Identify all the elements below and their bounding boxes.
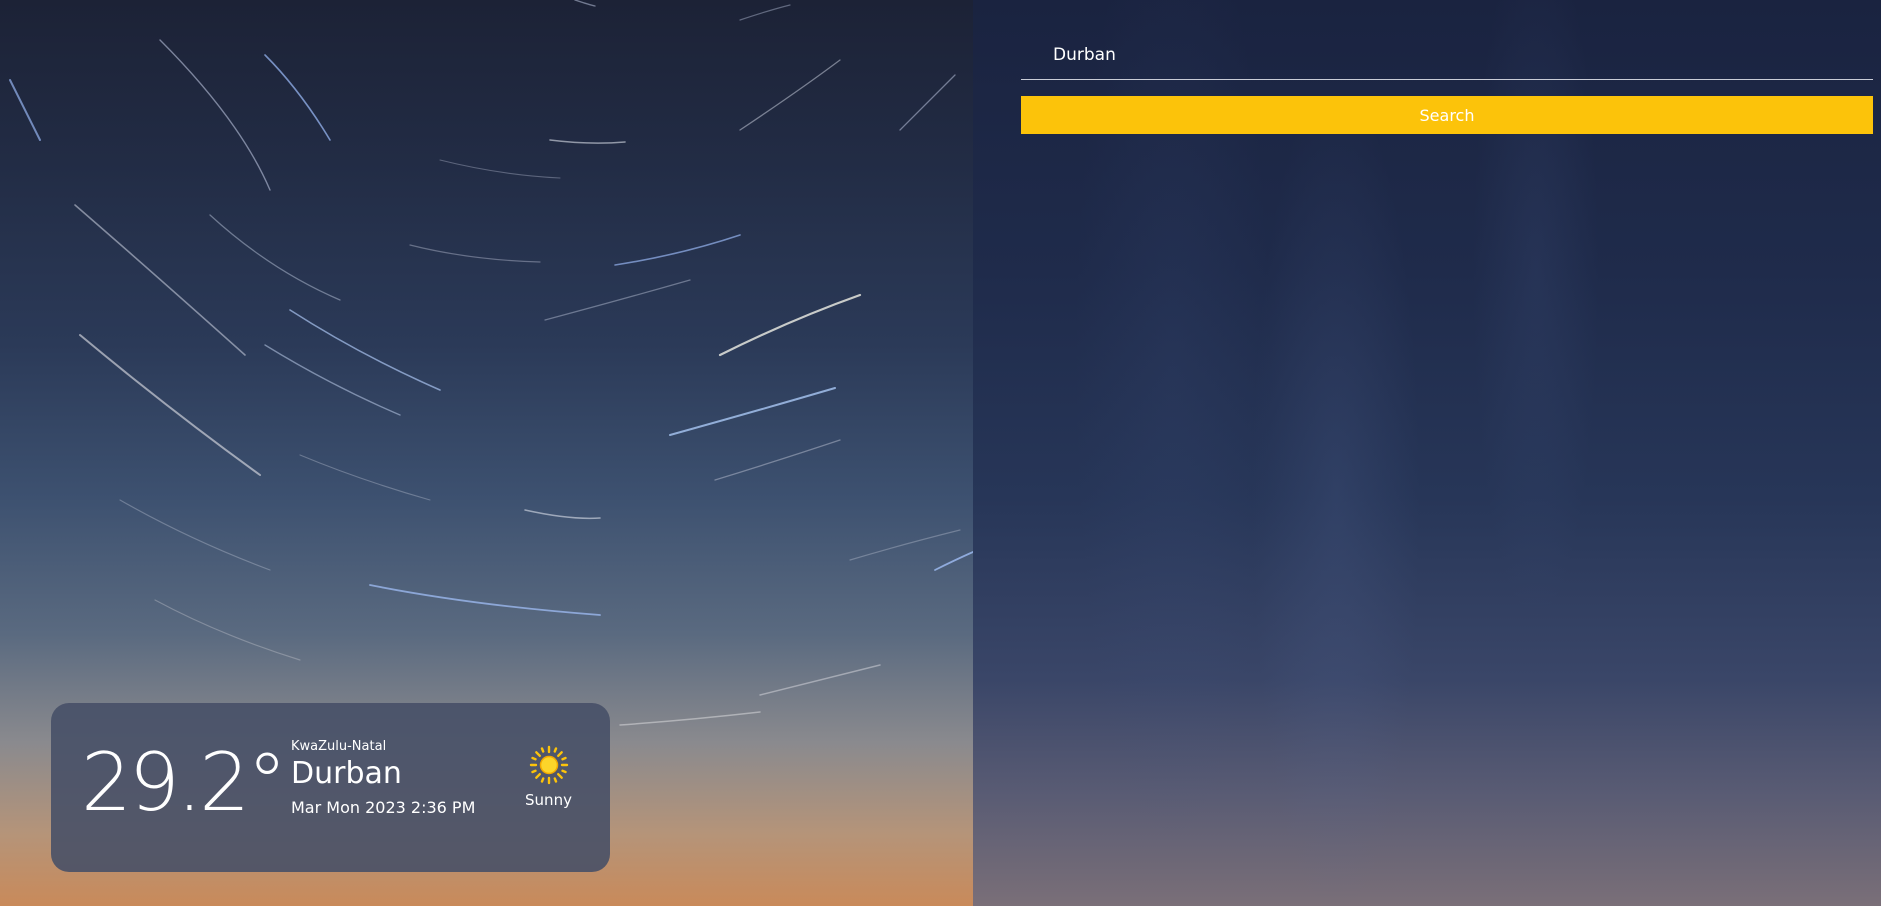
background-image-panel: 29.2° KwaZulu-Natal Durban Mar Mon 2023 … (0, 0, 973, 906)
temperature-value: 29.2° (81, 736, 287, 829)
condition-label: Sunny (525, 791, 572, 809)
sun-icon (529, 745, 568, 785)
city-search-input[interactable] (1021, 30, 1873, 80)
search-button[interactable]: Search (1021, 96, 1873, 134)
region-label: KwaZulu-Natal (291, 739, 387, 754)
city-name: Durban (291, 756, 402, 791)
location-block: KwaZulu-Natal Durban Mar Mon 2023 2:36 P… (291, 739, 475, 819)
search-panel: Search (973, 0, 1881, 906)
background-haze (973, 0, 1881, 906)
search-form: Search (1021, 30, 1873, 134)
weather-app: 29.2° KwaZulu-Natal Durban Mar Mon 2023 … (0, 0, 1881, 906)
date-time: Mar Mon 2023 2:36 PM (291, 798, 476, 817)
weather-card: 29.2° KwaZulu-Natal Durban Mar Mon 2023 … (51, 703, 610, 872)
weather-condition: Sunny (511, 745, 586, 809)
